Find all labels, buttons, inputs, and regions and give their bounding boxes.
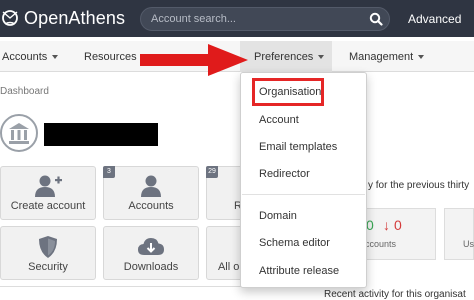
advanced-search-link[interactable]: Advanced <box>408 12 461 26</box>
tile-label: Create account <box>10 200 86 212</box>
count-badge: 3 <box>103 166 115 178</box>
openathens-logo-icon <box>2 10 18 26</box>
menu-item-domain[interactable]: Domain <box>259 210 297 222</box>
tile-create-account[interactable]: Create account <box>0 166 96 220</box>
organisation-highlight-box <box>252 78 324 106</box>
menu-item-attribute-release[interactable]: Attribute release <box>259 265 339 277</box>
bank-icon <box>9 123 29 144</box>
nav-preferences-label: Preferences <box>254 51 314 63</box>
shield-icon <box>39 236 57 258</box>
organisation-avatar <box>0 114 38 152</box>
stat-green-count: 0 <box>366 217 374 233</box>
menu-item-schema-editor[interactable]: Schema editor <box>259 237 330 249</box>
menu-item-account[interactable]: Account <box>259 114 299 126</box>
stat-label-accounts: ccounts <box>365 239 397 249</box>
tile-label: Downloads <box>123 261 179 273</box>
nav-management-label: Management <box>349 51 414 63</box>
nav-management[interactable]: Management <box>349 51 425 63</box>
recent-activity-heading: Recent activity for this organisat <box>324 289 466 300</box>
add-user-icon <box>35 175 62 197</box>
nav-accounts[interactable]: Accounts <box>2 51 59 63</box>
stat-red-count: 0 <box>394 217 402 233</box>
menu-divider <box>242 194 365 195</box>
search-input[interactable] <box>151 11 361 27</box>
tile-label: Security <box>28 261 68 273</box>
chevron-down-icon <box>52 55 59 60</box>
cloud-download-icon <box>138 238 164 255</box>
down-arrow-icon: ↓ <box>383 217 390 233</box>
nav-accounts-label: Accounts <box>2 51 48 63</box>
nav-resources-label: Resources <box>84 51 137 63</box>
nav-preferences[interactable]: Preferences <box>254 51 325 63</box>
chevron-down-icon <box>418 55 425 60</box>
tile-security[interactable]: Security <box>0 226 96 280</box>
count-badge: 29 <box>206 166 218 178</box>
brand-logo[interactable]: OpenAthens <box>0 6 125 30</box>
redacted-organisation-name <box>44 123 158 146</box>
brand-name: OpenAthens <box>24 7 126 28</box>
users-stat-panel: Us <box>444 208 474 260</box>
top-bar: OpenAthens Advanced <box>0 0 474 37</box>
stats-period-text: y for the previous thirty <box>368 180 470 191</box>
user-icon <box>141 175 161 197</box>
red-arrow-annotation-icon <box>140 44 248 76</box>
tile-label: Accounts <box>128 200 174 212</box>
breadcrumb[interactable]: Dashboard <box>0 86 49 97</box>
menu-item-redirector[interactable]: Redirector <box>259 168 310 180</box>
account-search <box>140 7 390 31</box>
search-icon[interactable] <box>369 12 383 26</box>
tile-accounts[interactable]: 3 Accounts <box>103 166 199 220</box>
stat-label-users: Us <box>463 239 474 249</box>
tile-downloads[interactable]: Downloads <box>103 226 199 280</box>
chevron-down-icon <box>318 55 325 60</box>
menu-item-email-templates[interactable]: Email templates <box>259 141 337 153</box>
